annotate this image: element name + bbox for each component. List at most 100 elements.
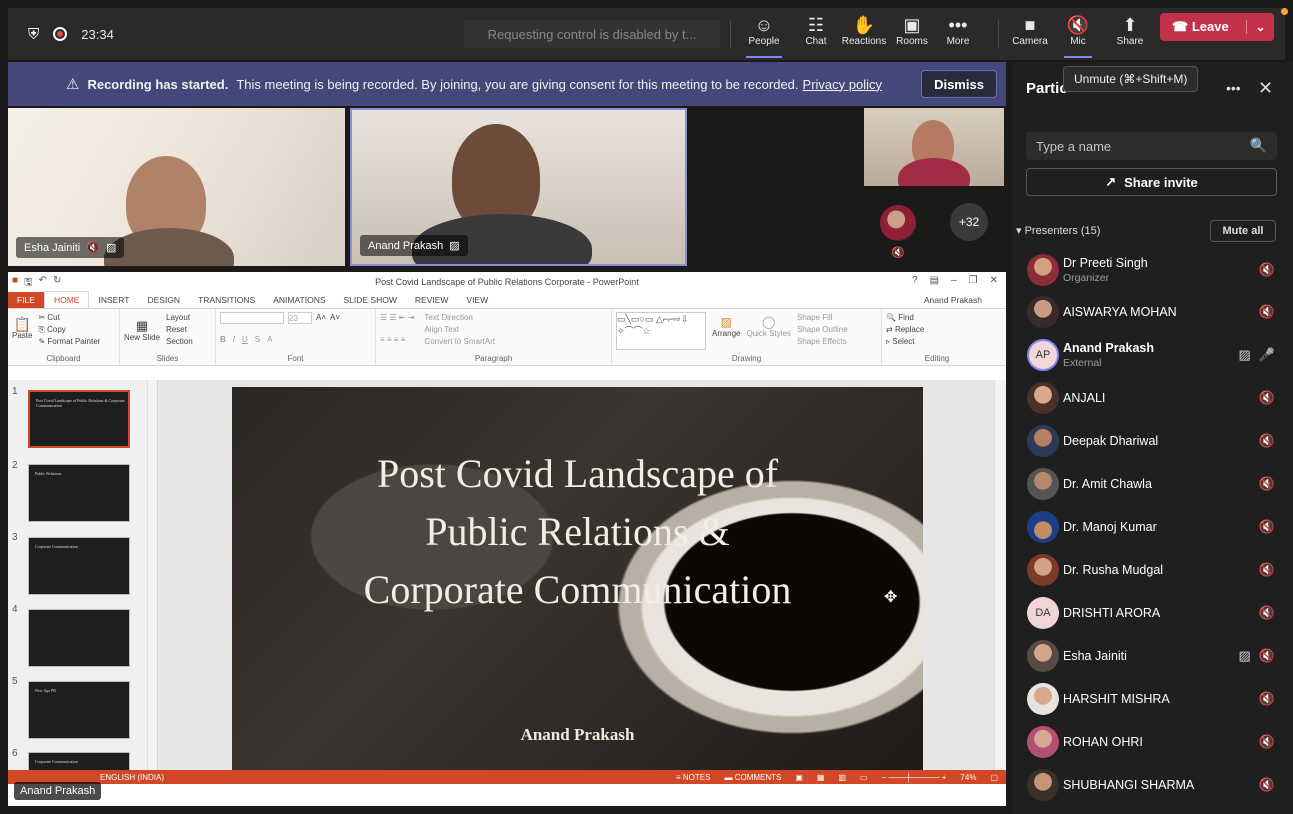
comments-button[interactable]: ▬ COMMENTS — [724, 773, 781, 782]
normal-view-icon[interactable]: ▣ — [795, 773, 803, 782]
reading-view-icon[interactable]: ▥ — [838, 773, 846, 782]
participant-row[interactable]: DA DRISHTI ARORA 🔇 — [1012, 593, 1293, 633]
current-slide[interactable]: Post Covid Landscape of Public Relations… — [232, 387, 923, 776]
search-icon[interactable]: 🔍 — [1250, 137, 1267, 154]
language-indicator[interactable]: ENGLISH (INDIA) — [100, 773, 164, 782]
help-icon[interactable]: ? — [912, 275, 918, 286]
shape-fill-button[interactable]: Shape Fill — [797, 312, 848, 324]
privacy-policy-link[interactable]: Privacy policy — [803, 77, 882, 92]
rooms-button[interactable]: ▣ Rooms — [892, 14, 932, 54]
tab-review[interactable]: REVIEW — [406, 292, 458, 308]
zoom-level[interactable]: 74% — [960, 773, 976, 782]
participant-row[interactable]: AP Anand Prakash External ▨ 🎤 — [1012, 335, 1293, 375]
bullets-icon[interactable]: ☰ ☰ ⇤ ⇥ — [380, 312, 414, 324]
grow-font-icon[interactable]: A˄ — [316, 312, 326, 324]
shape-outline-button[interactable]: Shape Outline — [797, 324, 848, 336]
section-button[interactable]: Section — [166, 336, 193, 348]
chat-button[interactable]: ☷ Chat — [798, 14, 834, 54]
reset-button[interactable]: Reset — [166, 324, 193, 336]
zoom-slider[interactable]: − ───┼───── + — [882, 773, 947, 782]
participant-row[interactable]: ROHAN OHRI 🔇 — [1012, 722, 1293, 762]
slide-scrollbar[interactable] — [994, 380, 1006, 784]
participant-row[interactable]: Dr. Amit Chawla 🔇 — [1012, 464, 1293, 504]
participant-row[interactable]: HARSHIT MISHRA 🔇 — [1012, 679, 1293, 719]
video-tile-preeti[interactable] — [864, 108, 1004, 186]
slide-thumbnail[interactable]: New Age PR — [28, 681, 130, 739]
select-button[interactable]: ▹ Select — [886, 336, 988, 348]
font-size-select[interactable]: 23 — [288, 312, 312, 324]
dismiss-button[interactable]: Dismiss — [921, 70, 997, 98]
convert-smartart-button[interactable]: Convert to SmartArt — [424, 336, 495, 348]
tab-file[interactable]: FILE — [8, 292, 44, 308]
powerpoint-window[interactable]: ■ 🖫 ↶ ↻ Post Covid Landscape of Public R… — [8, 272, 1006, 806]
layout-button[interactable]: Layout — [166, 312, 193, 324]
font-family-select[interactable] — [220, 312, 284, 324]
tab-slide-show[interactable]: SLIDE SHOW — [335, 292, 406, 308]
share-invite-button[interactable]: ↗ Share invite — [1026, 168, 1277, 196]
camera-button[interactable]: ■ Camera — [1010, 14, 1050, 54]
leave-button[interactable]: ☎ Leave ⌄ — [1160, 13, 1274, 41]
participant-row[interactable]: AISWARYA MOHAN 🔇 — [1012, 292, 1293, 332]
slide-sorter-icon[interactable]: ▦ — [817, 773, 825, 782]
slide-thumbnail[interactable]: Corporate Communication — [28, 537, 130, 595]
close-icon[interactable]: ✕ — [1258, 78, 1273, 99]
share-button[interactable]: ⬆ Share — [1112, 14, 1148, 54]
participant-row[interactable]: Esha Jainiti ▨ 🔇 — [1012, 636, 1293, 676]
align-icons[interactable]: ≡ ≡ ≡ ≡ — [380, 334, 414, 346]
request-control-button[interactable]: Requesting control is disabled by t... — [464, 20, 720, 48]
new-slide-button[interactable]: ▦ New Slide — [124, 312, 160, 348]
participant-row[interactable]: Dr. Manoj Kumar 🔇 — [1012, 507, 1293, 547]
presenters-section-header[interactable]: ▾ Presenters (15) Mute all — [1012, 220, 1293, 242]
tab-home[interactable]: HOME — [43, 291, 90, 308]
participant-row[interactable]: Deepak Dhariwal 🔇 — [1012, 421, 1293, 461]
mute-all-button[interactable]: Mute all — [1210, 220, 1276, 242]
cut-button[interactable]: ✂ Cut — [38, 312, 100, 324]
tab-insert[interactable]: INSERT — [89, 292, 138, 308]
video-tile-esha[interactable]: Esha Jainiti 🔇 ▨ — [8, 108, 345, 266]
strikethrough-icon[interactable]: S — [255, 334, 260, 346]
participant-avatar[interactable] — [880, 205, 916, 241]
shrink-font-icon[interactable]: A˅ — [330, 312, 340, 324]
find-button[interactable]: 🔍 Find — [886, 312, 988, 324]
participant-search-input[interactable]: Type a name 🔍 — [1026, 132, 1277, 160]
minimize-icon[interactable]: – — [951, 275, 957, 286]
more-button[interactable]: ••• More — [940, 14, 976, 54]
shapes-gallery[interactable]: ▭╲▭○▭ △⌐⌐⇨⇩ ✧⌒⌒☆ — [616, 312, 706, 350]
shape-effects-button[interactable]: Shape Effects — [797, 336, 848, 348]
participant-row[interactable]: ANJALI 🔇 — [1012, 378, 1293, 418]
arrange-button[interactable]: ▨ Arrange — [712, 312, 740, 350]
slideshow-icon[interactable]: ▭ — [860, 773, 868, 782]
bold-icon[interactable]: B — [220, 334, 226, 346]
close-icon[interactable]: ✕ — [990, 275, 998, 286]
format-painter-button[interactable]: ✎ Format Painter — [38, 336, 100, 348]
reactions-button[interactable]: ✋ Reactions — [838, 14, 890, 54]
ppt-user-name[interactable]: Anand Prakash — [924, 295, 982, 305]
overflow-participants[interactable]: +32 — [950, 203, 988, 241]
people-button[interactable]: ☺ People — [744, 14, 784, 58]
participant-row[interactable]: SHUBHANGI SHARMA 🔇 — [1012, 765, 1293, 805]
align-text-button[interactable]: Align Text — [424, 324, 495, 336]
participant-row[interactable]: Dr Preeti Singh Organizer 🔇 — [1012, 250, 1293, 290]
chevron-down-icon[interactable]: ⌄ — [1246, 20, 1274, 34]
italic-icon[interactable]: I — [233, 334, 235, 346]
notes-button[interactable]: ≡ NOTES — [676, 773, 710, 782]
restore-icon[interactable]: ❐ — [969, 275, 978, 286]
slide-thumbnail[interactable]: Post Covid Landscape of Public Relations… — [28, 390, 130, 448]
slide-thumbnail[interactable]: Public Relations — [28, 464, 130, 522]
participant-row[interactable]: Dr. Rusha Mudgal 🔇 — [1012, 550, 1293, 590]
video-tile-anand[interactable]: Anand Prakash ▨ — [350, 108, 687, 266]
paste-icon[interactable]: 📋 — [12, 317, 32, 331]
paste-button[interactable]: Paste — [12, 330, 32, 342]
tab-design[interactable]: DESIGN — [138, 292, 189, 308]
tab-transitions[interactable]: TRANSITIONS — [189, 292, 264, 308]
thumbnail-scrollbar[interactable] — [147, 380, 156, 784]
tab-animations[interactable]: ANIMATIONS — [264, 292, 334, 308]
more-options-icon[interactable]: ••• — [1226, 80, 1241, 96]
tab-view[interactable]: VIEW — [457, 292, 497, 308]
slide-thumbnails[interactable]: 1 Post Covid Landscape of Public Relatio… — [8, 380, 158, 784]
font-color-icon[interactable]: A — [267, 334, 272, 346]
fit-slide-icon[interactable]: ▢ — [990, 773, 998, 782]
text-direction-button[interactable]: Text Direction — [424, 312, 495, 324]
mic-button[interactable]: 🔇 Mic — [1062, 14, 1094, 58]
quick-styles-button[interactable]: ◯ Quick Styles — [746, 312, 790, 350]
